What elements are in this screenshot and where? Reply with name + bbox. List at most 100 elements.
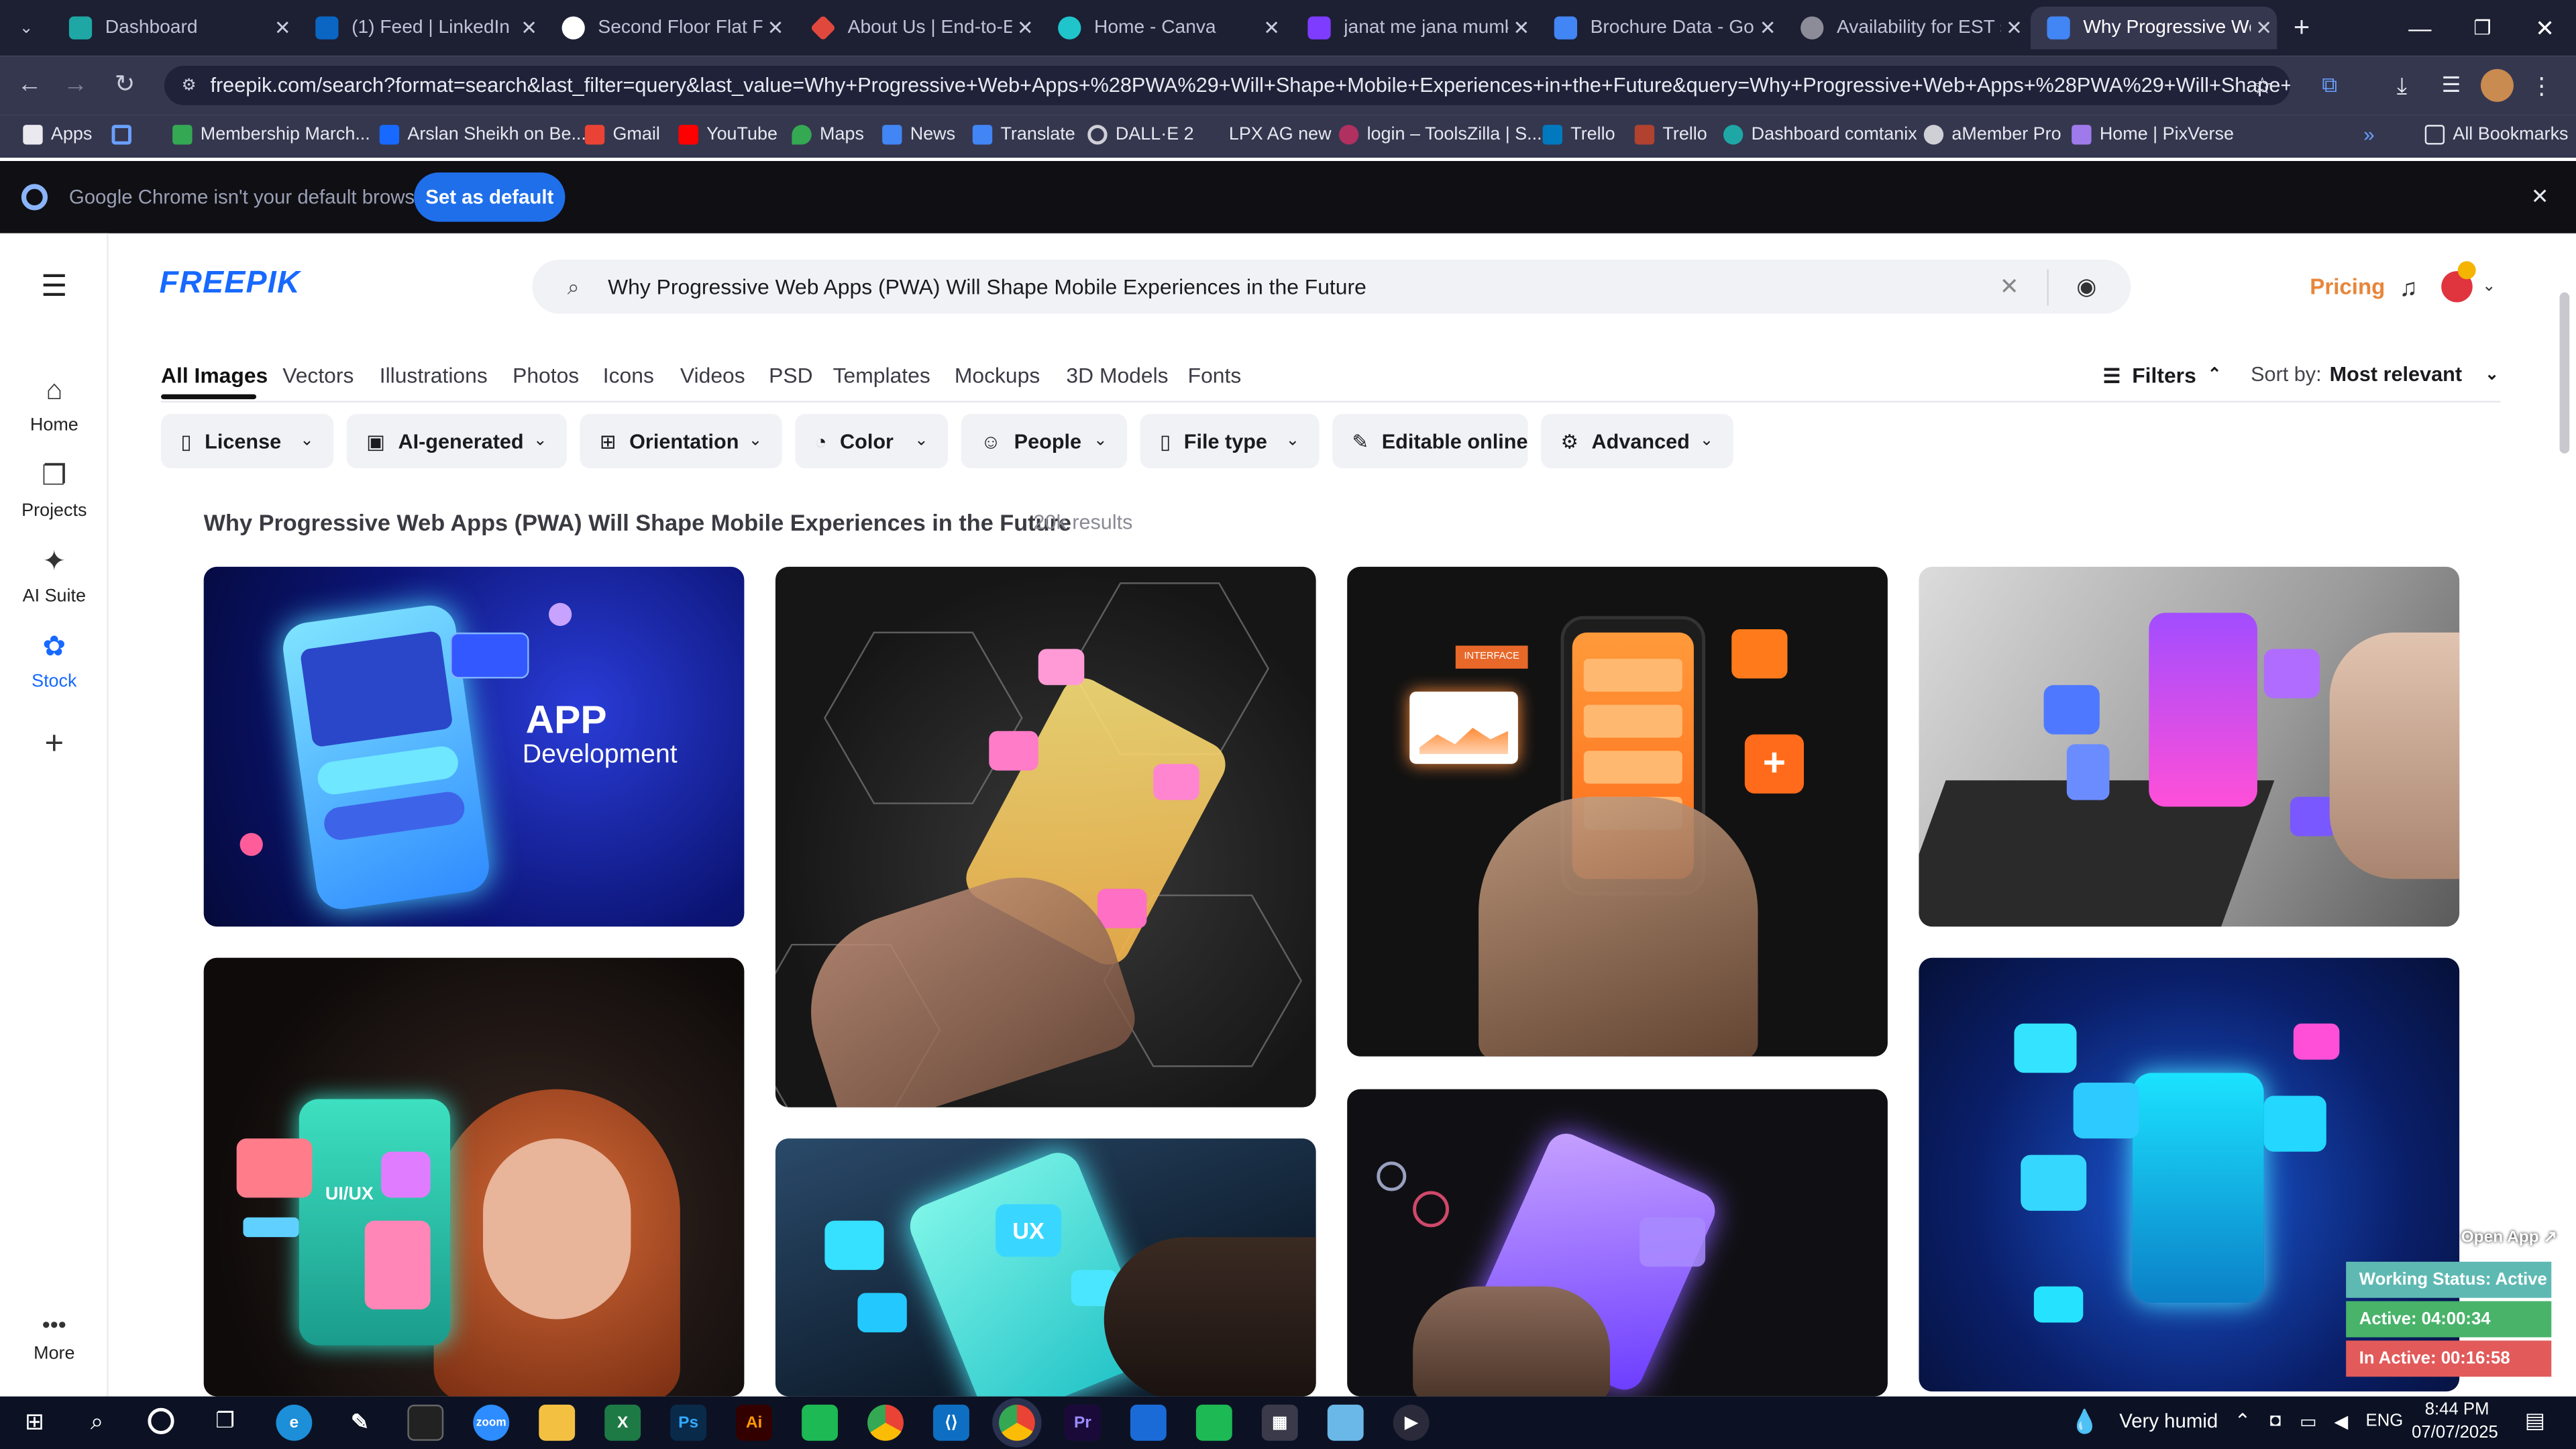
site-info-icon[interactable]: ⚙ <box>177 74 200 97</box>
profile-avatar[interactable] <box>2480 68 2514 102</box>
filters-toggle[interactable]: ☰ Filters ⌃ <box>2103 363 2222 388</box>
bookmark-trello-2[interactable]: Trello <box>1634 121 1707 148</box>
filter-people[interactable]: ☺ People ⌄ <box>961 414 1128 468</box>
new-tab-button[interactable]: + <box>2284 10 2320 46</box>
close-icon[interactable]: ✕ <box>2251 16 2277 39</box>
window-close-icon[interactable]: ✕ <box>2507 0 2576 56</box>
excel-icon[interactable]: X <box>604 1404 641 1441</box>
page-scrollbar[interactable] <box>2559 292 2570 453</box>
search-bar[interactable]: ⌕ Why Progressive Web Apps (PWA) Will Sh… <box>532 259 2131 314</box>
tab-second-floor-flat[interactable]: Second Floor Flat For✕ <box>545 7 788 50</box>
open-app-link[interactable]: Open App ↗ <box>2461 1229 2557 1247</box>
all-bookmarks[interactable]: All Bookmarks <box>2424 121 2569 148</box>
avatar-chevron-icon[interactable]: ⌄ <box>2479 274 2499 297</box>
sort-dropdown[interactable]: Most relevant ⌄ <box>2330 363 2499 386</box>
close-icon[interactable]: ✕ <box>1258 16 1285 39</box>
tab-templates[interactable]: Templates <box>833 363 930 388</box>
bookmark-apps[interactable]: Apps <box>23 121 92 148</box>
pricing-link[interactable]: Pricing <box>2310 274 2385 299</box>
tab-brochure-data[interactable]: Brochure Data - Goo ✕ <box>1538 7 1780 50</box>
bookmark-translate[interactable]: Translate <box>972 121 1075 148</box>
filter-color[interactable]: ◔ Color ⌄ <box>795 414 949 468</box>
file-explorer-icon[interactable] <box>539 1404 576 1441</box>
bookmark-youtube[interactable]: YouTube <box>678 121 777 148</box>
tab-vectors[interactable]: Vectors <box>282 363 354 388</box>
close-icon[interactable]: ✕ <box>2001 16 2027 39</box>
tray-app-icon[interactable]: ◘ <box>2264 1408 2287 1434</box>
illustrator-icon[interactable]: Ai <box>736 1404 773 1441</box>
tray-chevron-icon[interactable]: ⌃ <box>2231 1408 2254 1434</box>
image-card-orange-phone[interactable]: INTERFACE + <box>1347 566 1888 1057</box>
bookmark-amember[interactable]: aMember Pro <box>1923 121 2061 148</box>
filter-ai-generated[interactable]: ▣ AI-generated ⌄ <box>346 414 567 468</box>
chrome-icon[interactable] <box>867 1404 904 1441</box>
menu-kebab-icon[interactable]: ⋮ <box>2530 69 2553 102</box>
bookmark-dalle[interactable]: DALL·E 2 <box>1087 121 1194 148</box>
chrome-active-icon[interactable] <box>998 1404 1035 1441</box>
tab-psd[interactable]: PSD <box>769 363 812 388</box>
volume-icon[interactable]: ◀ <box>2330 1408 2353 1434</box>
bookmark-grid[interactable] <box>111 121 140 148</box>
close-icon[interactable]: ✕ <box>1508 16 1534 39</box>
app-icon[interactable] <box>1195 1404 1232 1441</box>
tab-videos[interactable]: Videos <box>680 363 745 388</box>
filter-license[interactable]: ▯ License ⌄ <box>161 414 334 468</box>
infobar-close-icon[interactable]: ✕ <box>2527 184 2553 210</box>
bookmark-arslan[interactable]: Arslan Sheikh on Be... <box>379 121 586 148</box>
download-icon[interactable]: ⤓ <box>2385 69 2418 102</box>
notification-center-icon[interactable]: ▤ <box>2520 1406 2550 1436</box>
app-icon[interactable] <box>802 1404 838 1441</box>
close-icon[interactable]: ✕ <box>1755 16 1781 39</box>
tab-linkedin[interactable]: (1) Feed | LinkedIn ✕ <box>299 7 542 50</box>
terminal-icon[interactable] <box>407 1404 444 1441</box>
tab-why-progressive-web[interactable]: Why Progressive Web✕ <box>2030 6 2277 50</box>
sidebar-item-home[interactable]: ⌂ Home <box>0 374 109 435</box>
task-view-icon[interactable]: ❐ <box>210 1406 239 1436</box>
hamburger-menu-icon[interactable]: ☰ <box>36 268 72 304</box>
app-icon[interactable] <box>1130 1404 1167 1441</box>
tab-illustrations[interactable]: Illustrations <box>380 363 488 388</box>
camera-search-icon[interactable]: ◉ <box>2072 273 2101 301</box>
image-card-laptop-phone[interactable] <box>1919 566 2460 927</box>
tab-janat[interactable]: janat me jana mumki ✕ <box>1291 7 1534 50</box>
zoom-icon[interactable]: zoom <box>473 1404 510 1441</box>
bookmark-pixverse[interactable]: Home | PixVerse <box>2072 121 2234 148</box>
image-card-girl-uiux[interactable]: UI/UX <box>203 957 745 1397</box>
clear-search-icon[interactable]: ✕ <box>1994 273 2024 301</box>
sidebar-item-more[interactable]: ••• More <box>0 1311 109 1363</box>
clock-date[interactable]: 07/07/2025 <box>2412 1423 2498 1442</box>
image-card-app-development[interactable]: APP Development <box>203 566 745 927</box>
bookmarks-overflow-icon[interactable]: » <box>2356 121 2382 148</box>
tab-dashboard[interactable]: Dashboard ✕ <box>52 7 295 50</box>
sidebar-item-stock[interactable]: ✿ Stock <box>0 631 109 692</box>
tab-availability[interactable]: Availability for EST s ✕ <box>1784 7 2027 50</box>
notification-bell-icon[interactable]: ♫ <box>2394 273 2423 303</box>
close-icon[interactable]: ✕ <box>1012 16 1038 39</box>
tab-search-icon[interactable]: ⌄ <box>13 15 40 41</box>
close-icon[interactable]: ✕ <box>270 16 296 39</box>
tab-fonts[interactable]: Fonts <box>1188 363 1242 388</box>
address-bar[interactable]: ⚙ freepik.com/search?format=search&last_… <box>164 65 2290 105</box>
tab-3d-models[interactable]: 3D Models <box>1066 363 1168 388</box>
search-icon[interactable]: ⌕ <box>82 1406 111 1436</box>
tab-about-us[interactable]: About Us | End-to-En ✕ <box>795 7 1038 50</box>
network-icon[interactable]: ▭ <box>2297 1408 2320 1434</box>
calculator-icon[interactable]: ▦ <box>1261 1404 1298 1441</box>
media-player-icon[interactable]: ▶ <box>1393 1404 1430 1441</box>
freepik-logo[interactable]: FREEPIK <box>160 266 301 303</box>
bookmark-toolszilla[interactable]: login – ToolsZilla | S... <box>1338 121 1542 148</box>
close-icon[interactable]: ✕ <box>762 16 788 39</box>
bookmark-dashboard-comtanix[interactable]: Dashboard comtanix <box>1723 121 1917 148</box>
bookmark-gmail[interactable]: Gmail <box>584 121 660 148</box>
filter-advanced[interactable]: ⚙ Advanced ⌄ <box>1541 414 1733 468</box>
sidebar-item-projects[interactable]: ❐ Projects <box>0 460 109 521</box>
tab-all-images[interactable]: All Images <box>161 363 268 388</box>
tab-mockups[interactable]: Mockups <box>955 363 1040 388</box>
bookmark-lpx[interactable]: LPX AG new <box>1201 121 1332 148</box>
pen-icon[interactable]: ✎ <box>341 1405 378 1441</box>
tab-photos[interactable]: Photos <box>513 363 579 388</box>
cortana-icon[interactable] <box>148 1407 174 1434</box>
filter-editable-online[interactable]: ✎ Editable online <box>1332 414 1528 468</box>
extensions-icon[interactable]: ⧉ <box>2313 69 2346 102</box>
language-indicator[interactable]: ENG <box>2366 1411 2404 1431</box>
